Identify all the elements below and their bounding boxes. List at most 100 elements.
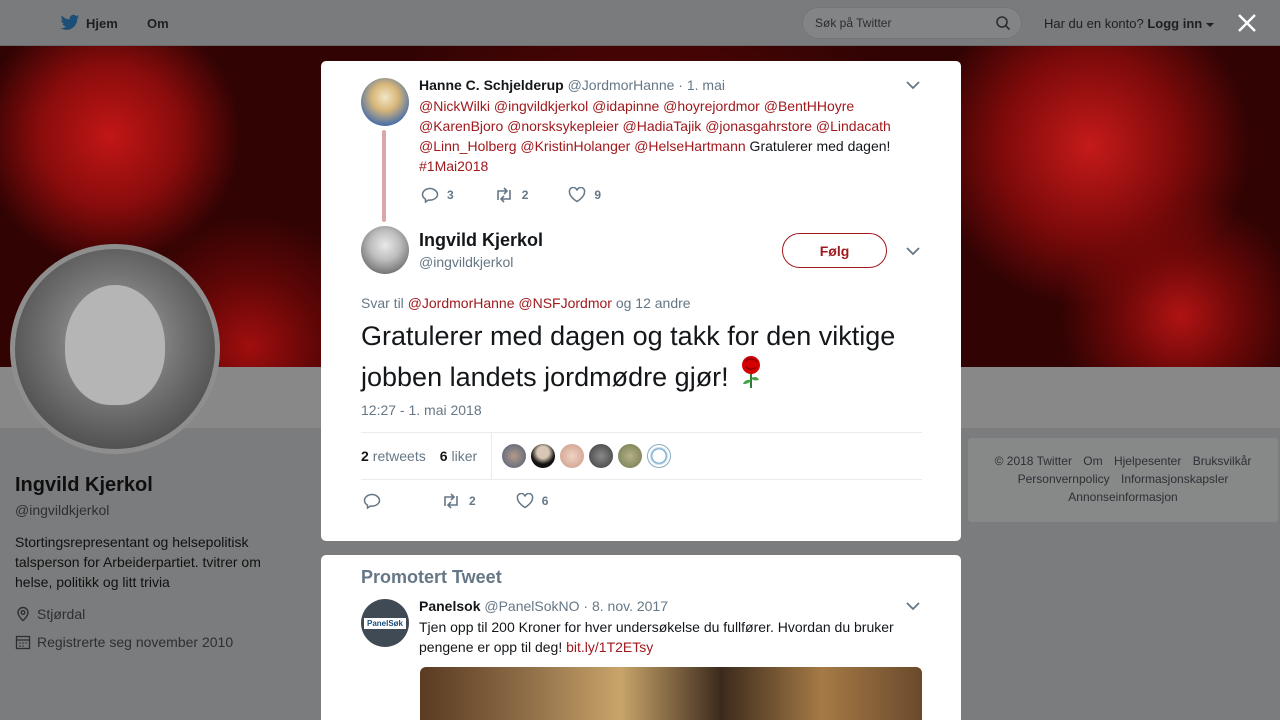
- tweet-stats: 2 retweets 6 liker: [361, 432, 922, 480]
- context-tweet-name[interactable]: Hanne C. Schjelderup: [419, 77, 564, 93]
- profile-handle[interactable]: @ingvildkjerkol: [15, 502, 109, 518]
- reply-to-suffix[interactable]: og 12 andre: [616, 295, 691, 311]
- promoted-header: Panelsok @PanelSokNO · 8. nov. 2017: [419, 598, 668, 614]
- liker-avatar[interactable]: [531, 444, 556, 468]
- profile-name[interactable]: Ingvild Kjerkol: [15, 474, 153, 497]
- reply-to-mentions[interactable]: @JordmorHanne @NSFJordmor: [408, 295, 612, 311]
- liker-avatar[interactable]: [589, 444, 614, 468]
- main-tweet-avatar[interactable]: [361, 226, 409, 274]
- thread-connector: [382, 130, 386, 222]
- chevron-down-icon[interactable]: [906, 246, 920, 256]
- retweets-stat[interactable]: 2 retweets: [361, 448, 426, 464]
- stats-divider: [491, 433, 493, 479]
- retweets-stat-count: 2: [361, 448, 369, 464]
- search-box[interactable]: [802, 7, 1022, 39]
- login-question: Har du en konto?: [1044, 16, 1144, 31]
- footer-link-cookies[interactable]: Informasjonskapsler: [1121, 472, 1228, 486]
- chevron-down-icon[interactable]: [906, 601, 920, 611]
- context-tweet-text: @NickWilki @ingvildkjerkol @idapinne @ho…: [419, 96, 909, 176]
- context-tweet-actions: 3 2 9: [421, 187, 641, 203]
- login-prompt: Har du en konto? Logg inn: [1044, 16, 1214, 31]
- location-pin-icon: [17, 606, 29, 622]
- liker-avatar[interactable]: [502, 444, 527, 468]
- footer-link-ads[interactable]: Annonseinformasjon: [1068, 490, 1177, 504]
- login-button[interactable]: Logg inn: [1147, 16, 1202, 31]
- main-tweet-body: Gratulerer med dagen og takk for den vik…: [361, 321, 896, 392]
- search-icon[interactable]: [995, 15, 1011, 31]
- context-tweet-header: Hanne C. Schjelderup @JordmorHanne · 1. …: [419, 77, 725, 93]
- main-tweet-timestamp[interactable]: 12:27 - 1. mai 2018: [361, 402, 482, 418]
- like-action[interactable]: 6: [516, 493, 549, 509]
- reply-action[interactable]: [363, 493, 381, 509]
- reply-icon: [421, 187, 439, 203]
- heart-icon: [569, 187, 586, 203]
- retweets-stat-label: retweets: [372, 448, 426, 464]
- main-tweet-text: Gratulerer med dagen og takk for den vik…: [361, 319, 921, 395]
- joined-text: Registrerte seg november 2010: [37, 634, 234, 650]
- like-count: 9: [594, 188, 602, 202]
- context-tweet-hashtag[interactable]: #1Mai2018: [419, 158, 488, 174]
- retweet-icon: [496, 187, 511, 203]
- close-icon[interactable]: [1236, 12, 1258, 34]
- retweet-count: 2: [469, 494, 476, 508]
- reply-to-line: Svar til @JordmorHanne @NSFJordmor og 12…: [361, 295, 691, 311]
- footer-link-om[interactable]: Om: [1083, 454, 1102, 468]
- reply-action[interactable]: 3: [421, 187, 454, 203]
- calendar-icon: [15, 635, 31, 650]
- context-tweet-date[interactable]: · 1. mai: [678, 77, 725, 93]
- context-tweet-avatar[interactable]: [361, 78, 409, 126]
- promoted-avatar-logo: PanelSøk: [363, 617, 406, 629]
- tweet-permalink-modal: Hanne C. Schjelderup @JordmorHanne · 1. …: [321, 61, 961, 541]
- retweet-icon: [444, 493, 458, 509]
- like-count: 6: [541, 494, 549, 508]
- footer-links: © 2018 Twitter Om Hjelpesenter Bruksvilk…: [968, 438, 1278, 522]
- promoted-tweet-card: Promotert Tweet PanelSøk Panelsok @Panel…: [321, 555, 961, 720]
- profile-joined: Registrerte seg november 2010: [15, 634, 233, 650]
- context-tweet-handle[interactable]: @JordmorHanne: [568, 77, 675, 93]
- main-tweet-handle[interactable]: @ingvildkjerkol: [419, 254, 513, 270]
- footer-link-help[interactable]: Hjelpesenter: [1114, 454, 1181, 468]
- profile-location: Stjørdal: [15, 606, 85, 622]
- footer-link-privacy[interactable]: Personvernpolicy: [1018, 472, 1110, 486]
- likes-stat[interactable]: 6 liker: [440, 448, 477, 464]
- nav-home-link[interactable]: Hjem: [60, 14, 118, 32]
- nav-om-link[interactable]: Om: [147, 16, 169, 31]
- liker-avatars: [502, 444, 672, 468]
- likes-stat-count: 6: [439, 448, 448, 464]
- promoted-name[interactable]: Panelsok: [419, 598, 480, 614]
- promoted-link[interactable]: bit.ly/1T2ETsy: [566, 639, 653, 655]
- retweet-action[interactable]: 2: [441, 493, 476, 509]
- top-navigation-bar: Hjem Om Har du en konto? Logg inn: [0, 0, 1280, 46]
- footer-link-terms[interactable]: Bruksvilkår: [1193, 454, 1252, 468]
- promoted-date[interactable]: · 8. nov. 2017: [583, 598, 668, 614]
- liker-avatar[interactable]: [618, 444, 643, 468]
- promoted-avatar[interactable]: PanelSøk: [361, 599, 409, 647]
- profile-bio: Stortingsrepresentant og helsepolitisk t…: [15, 534, 261, 590]
- main-tweet-name[interactable]: Ingvild Kjerkol: [419, 230, 543, 251]
- retweet-action[interactable]: 2: [494, 187, 529, 203]
- context-tweet-body: Gratulerer med dagen!: [745, 138, 891, 154]
- liker-avatar[interactable]: [647, 444, 672, 468]
- liker-avatar[interactable]: [560, 444, 585, 468]
- promoted-image[interactable]: [420, 667, 922, 720]
- promoted-title: Promotert Tweet: [361, 567, 502, 587]
- reply-to-prefix: Svar til: [361, 295, 404, 311]
- reply-icon: [363, 493, 381, 509]
- retweet-count: 2: [521, 188, 529, 202]
- like-action[interactable]: 9: [568, 187, 601, 203]
- twitter-bird-icon: [60, 14, 80, 30]
- likes-stat-label: liker: [451, 448, 478, 464]
- search-input[interactable]: [815, 16, 985, 30]
- profile-avatar[interactable]: [10, 244, 220, 454]
- main-tweet-actions: 2 6: [363, 493, 588, 509]
- promoted-body: Tjen opp til 200 Kroner for hver undersø…: [419, 619, 894, 655]
- promoted-text: Tjen opp til 200 Kroner for hver undersø…: [419, 617, 919, 657]
- chevron-down-icon[interactable]: [906, 80, 920, 90]
- footer-copyright: © 2018 Twitter: [994, 454, 1072, 468]
- rose-emoji-icon: [742, 356, 761, 388]
- follow-button[interactable]: Følg: [782, 233, 887, 268]
- caret-down-icon[interactable]: [1205, 22, 1214, 28]
- location-text: Stjørdal: [37, 606, 86, 622]
- promoted-handle[interactable]: @PanelSokNO: [484, 598, 579, 614]
- heart-icon: [516, 493, 533, 509]
